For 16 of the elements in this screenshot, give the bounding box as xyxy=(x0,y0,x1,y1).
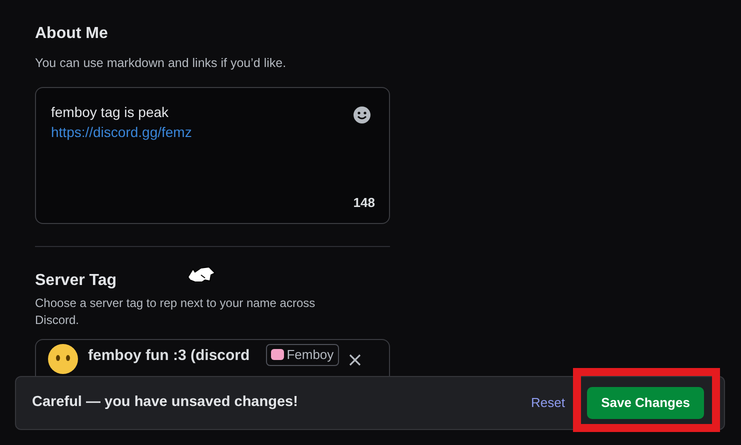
about-me-field[interactable]: femboy tag is peak https://discord.gg/femz 148 xyxy=(35,86,390,224)
section-description: Choose a server tag to rep next to your name across Discord. xyxy=(35,294,316,329)
section-title: Server Tag xyxy=(35,270,117,291)
emoji-icon[interactable] xyxy=(353,106,371,124)
server-tag-badge: Femboy xyxy=(266,344,339,366)
warning-message: Careful — you have unsaved changes! xyxy=(32,393,299,412)
character-count: 148 xyxy=(353,194,375,212)
section-description: You can use markdown and links if you’d like. xyxy=(35,55,288,72)
invite-link[interactable]: https://discord.gg/femz xyxy=(51,122,192,142)
reset-button[interactable]: Reset xyxy=(531,393,565,413)
save-changes-button[interactable]: Save Changes xyxy=(587,387,704,419)
smiley-icon xyxy=(48,344,78,374)
close-icon[interactable] xyxy=(348,354,361,366)
server-name: femboy fun :3 (discord xyxy=(88,346,250,365)
section-title: About Me xyxy=(35,24,109,44)
field-text: femboy tag is peak xyxy=(51,102,169,122)
